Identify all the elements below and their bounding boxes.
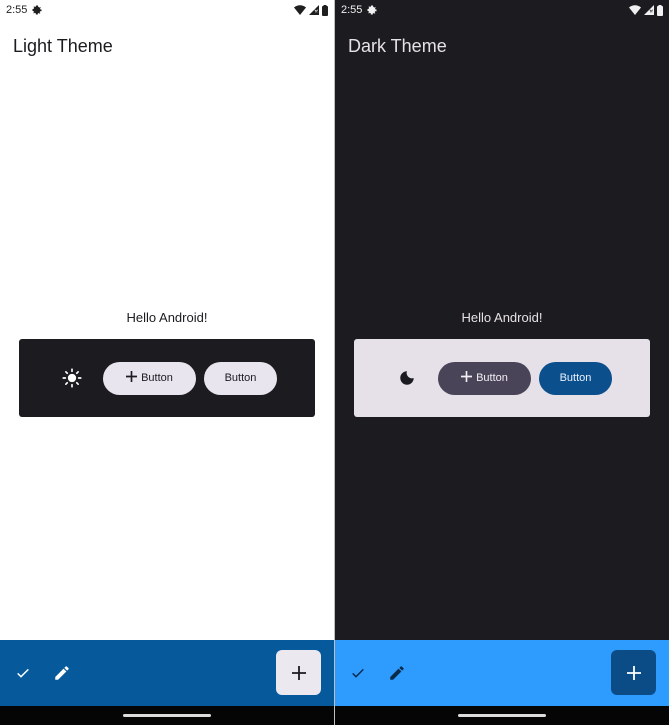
- wifi-icon: [629, 5, 641, 15]
- edit-icon[interactable]: [51, 662, 73, 684]
- battery-icon: [657, 4, 663, 16]
- dark-theme-screen: 2:55 Dark Theme Hello Android! Button Bu…: [335, 0, 669, 725]
- light-theme-screen: 2:55 Light Theme Hello Android! Button B…: [0, 0, 334, 725]
- button-panel: Button Button: [19, 339, 315, 417]
- page-title: Light Theme: [13, 36, 113, 56]
- battery-icon: [322, 4, 328, 16]
- moon-icon[interactable]: [392, 363, 422, 393]
- navigation-bar: [335, 706, 669, 725]
- add-fab[interactable]: [611, 650, 656, 695]
- greeting-text: Hello Android!: [461, 310, 543, 325]
- add-fab[interactable]: [276, 650, 321, 695]
- status-time: 2:55: [6, 4, 28, 16]
- button-panel: Button Button: [354, 339, 650, 417]
- settings-gear-icon: [366, 4, 378, 16]
- check-icon[interactable]: [347, 662, 369, 684]
- greeting-text: Hello Android!: [126, 310, 208, 325]
- text-button[interactable]: Button: [204, 361, 277, 395]
- settings-gear-icon: [31, 4, 43, 16]
- wifi-icon: [294, 5, 306, 15]
- add-button-label: Button: [476, 372, 508, 384]
- plus-icon: [291, 665, 306, 680]
- plus-icon: [126, 371, 138, 385]
- signal-icon: [309, 5, 319, 15]
- home-gesture-handle[interactable]: [458, 714, 546, 717]
- signal-icon: [644, 5, 654, 15]
- page-title: Dark Theme: [348, 36, 447, 56]
- bottom-app-bar: [0, 640, 334, 706]
- bottom-app-bar: [335, 640, 669, 706]
- text-button[interactable]: Button: [539, 361, 612, 395]
- home-gesture-handle[interactable]: [123, 714, 211, 717]
- status-time: 2:55: [341, 4, 363, 16]
- check-icon[interactable]: [12, 662, 34, 684]
- add-button[interactable]: Button: [438, 361, 531, 395]
- add-button[interactable]: Button: [103, 361, 196, 395]
- navigation-bar: [0, 706, 334, 725]
- plus-icon: [461, 371, 473, 385]
- add-button-label: Button: [141, 372, 173, 384]
- plus-icon: [626, 665, 641, 680]
- sun-icon[interactable]: [57, 363, 87, 393]
- status-bar: 2:55: [335, 0, 669, 20]
- status-bar: 2:55: [0, 0, 334, 20]
- edit-icon[interactable]: [386, 662, 408, 684]
